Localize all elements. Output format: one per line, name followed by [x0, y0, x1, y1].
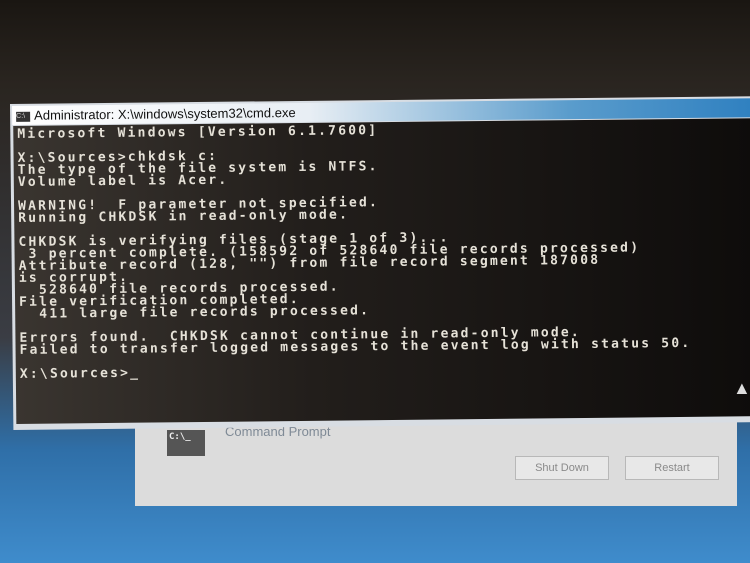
cmd-icon: C:\ — [16, 111, 31, 122]
mouse-pointer-icon: ▲ — [733, 378, 750, 398]
shut-down-button[interactable]: Shut Down — [515, 456, 609, 480]
cmd-window: C:\ Administrator: X:\windows\system32\cm… — [10, 96, 750, 430]
command-prompt-dialog: C:\_ Command Prompt Shut Down Restart — [135, 418, 737, 506]
restart-button[interactable]: Restart — [625, 456, 719, 480]
console-text: Microsoft Windows [Version 6.1.7600] X:\S… — [13, 118, 750, 382]
cmd-icon: C:\_ — [167, 430, 205, 456]
window-title: Administrator: X:\windows\system32\cmd.e… — [34, 105, 296, 123]
console-output[interactable]: Microsoft Windows [Version 6.1.7600] X:\S… — [13, 118, 750, 424]
